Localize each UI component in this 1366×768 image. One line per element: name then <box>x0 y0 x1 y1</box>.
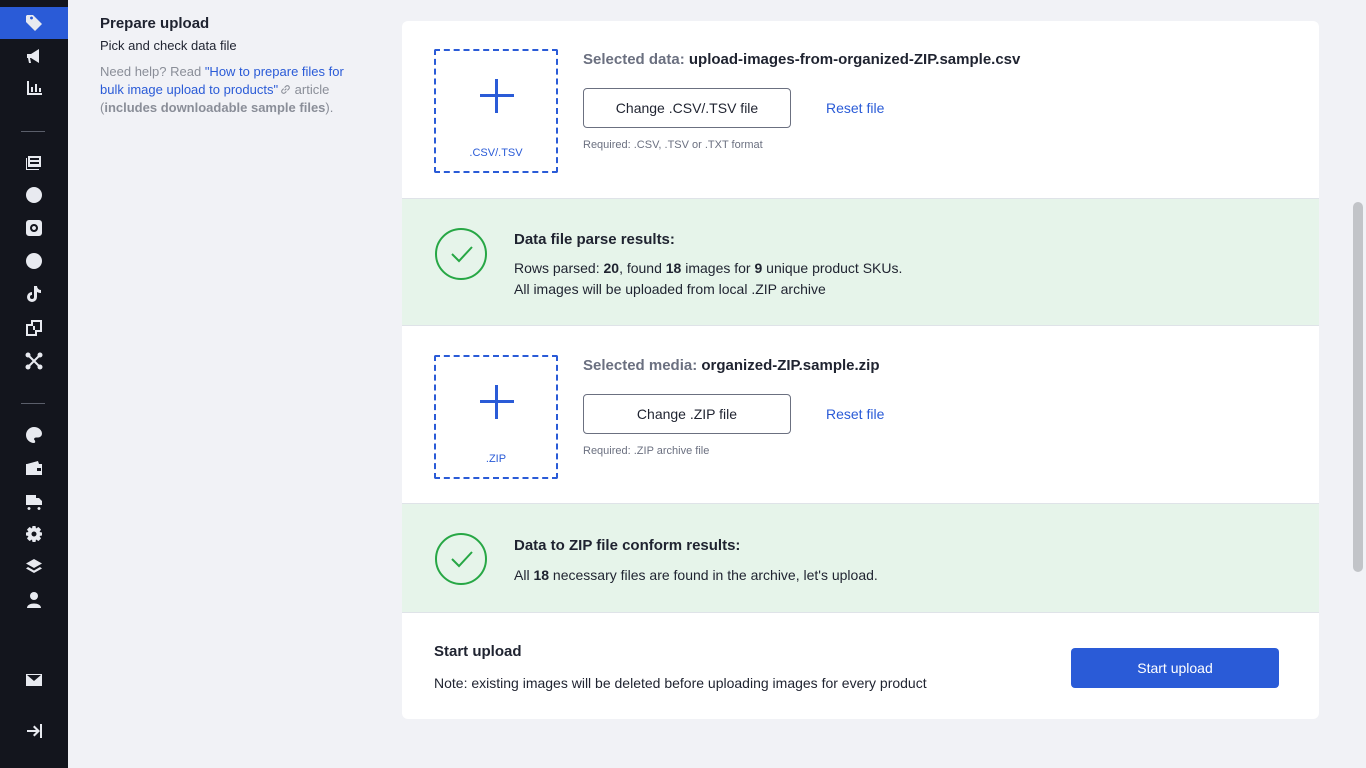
selected-data-value: upload-images-from-organized-ZIP.sample.… <box>688 51 1021 68</box>
facebook-icon <box>26 253 42 269</box>
found-label: , found <box>619 260 666 276</box>
help-mid: article <box>291 82 330 97</box>
tiktok-icon <box>27 286 41 302</box>
nav-payment[interactable] <box>0 452 68 484</box>
change-csv-button[interactable]: Change .CSV/.TSV file <box>583 88 791 128</box>
images-value: 18 <box>665 260 682 276</box>
help-text: Need help? Read "How to prepare files fo… <box>100 63 370 117</box>
plus-icon <box>480 79 514 113</box>
plus-icon <box>480 385 514 419</box>
globe-icon <box>26 187 42 203</box>
nav-catalog[interactable] <box>0 146 68 178</box>
nav-design[interactable] <box>0 419 68 451</box>
conform-results-panel: Data to ZIP file conform results: All 18… <box>402 503 1319 613</box>
nav-tiktok[interactable] <box>0 278 68 310</box>
selected-media-label: Selected media: <box>583 357 698 374</box>
start-upload-button[interactable]: Start upload <box>1071 648 1279 688</box>
mail-icon <box>26 674 42 686</box>
selected-data: Selected data: upload-images-from-organi… <box>583 51 1020 68</box>
divider <box>402 612 1319 613</box>
selected-media-value: organized-ZIP.sample.zip <box>701 357 880 374</box>
instagram-icon <box>26 220 42 236</box>
reset-media-file-button[interactable]: Reset file <box>826 406 884 422</box>
link-icon <box>281 85 290 94</box>
media-file-panel: .ZIP Selected media: organized-ZIP.sampl… <box>402 325 1319 503</box>
change-zip-button[interactable]: Change .ZIP file <box>583 394 791 434</box>
nav-integrations[interactable] <box>0 345 68 377</box>
truck-icon <box>26 495 42 510</box>
skus-label: unique product SKUs. <box>762 260 903 276</box>
conform-prefix: All <box>514 567 534 583</box>
help-paren-close: ). <box>325 100 334 115</box>
nav-reports[interactable] <box>0 72 68 104</box>
media-file-requirement: Required: .ZIP archive file <box>583 445 710 457</box>
nav-facebook[interactable] <box>0 245 68 277</box>
nav-account[interactable] <box>0 584 68 616</box>
conform-count: 18 <box>533 567 550 583</box>
nav-instagram[interactable] <box>0 212 68 244</box>
conform-results-title: Data to ZIP file conform results: <box>514 537 741 554</box>
conform-results-text: All 18 necessary files are found in the … <box>514 565 878 586</box>
selected-data-label: Selected data: <box>583 51 685 68</box>
nav-website[interactable] <box>0 179 68 211</box>
upload-card: .CSV/.TSV Selected data: upload-images-f… <box>402 21 1319 719</box>
rows-label: Rows parsed: <box>514 260 604 276</box>
nav-collapse[interactable] <box>0 715 68 747</box>
section-subtitle: Pick and check data file <box>100 38 237 53</box>
selected-media: Selected media: organized-ZIP.sample.zip <box>583 357 880 374</box>
nav-separator <box>21 403 45 404</box>
network-icon <box>25 352 43 370</box>
nav-apps[interactable] <box>0 551 68 583</box>
rows-value: 20 <box>603 260 620 276</box>
nav-devices[interactable] <box>0 312 68 344</box>
nav-settings[interactable] <box>0 518 68 550</box>
catalog-icon <box>26 156 41 170</box>
parse-results-line2: All images will be uploaded from local .… <box>514 281 826 297</box>
start-upload-title: Start upload <box>434 643 522 660</box>
prepare-upload-info: Prepare upload Pick and check data file … <box>100 14 370 117</box>
palette-icon <box>26 427 42 443</box>
gear-icon <box>26 526 42 542</box>
user-icon <box>27 592 41 608</box>
sidebar <box>0 0 68 768</box>
start-upload-note: Note: existing images will be deleted be… <box>434 675 927 691</box>
collapse-sidebar-icon <box>27 724 42 738</box>
tag-icon <box>26 15 42 31</box>
nav-separator <box>21 131 45 132</box>
parse-results-panel: Data file parse results: Rows parsed: 20… <box>402 198 1319 326</box>
zip-dropzone[interactable]: .ZIP <box>434 355 558 479</box>
parse-results-text: Rows parsed: 20, found 18 images for 9 u… <box>514 258 902 300</box>
bar-chart-icon <box>27 81 42 95</box>
data-file-requirement: Required: .CSV, .TSV or .TXT format <box>583 139 763 151</box>
success-check-icon <box>435 533 487 585</box>
megaphone-icon <box>27 49 39 63</box>
conform-suffix: necessary files are found in the archive… <box>549 567 878 583</box>
wallet-icon <box>26 461 42 475</box>
layers-icon <box>26 559 42 573</box>
dropzone-label: .ZIP <box>485 453 507 465</box>
dropzone-label: .CSV/.TSV <box>469 147 523 159</box>
devices-icon <box>26 320 42 336</box>
csv-dropzone[interactable]: .CSV/.TSV <box>434 49 558 173</box>
images-label: images for <box>681 260 755 276</box>
nav-messages[interactable] <box>0 664 68 696</box>
section-title: Prepare upload <box>100 15 210 32</box>
scrollbar-thumb[interactable] <box>1353 202 1363 572</box>
nav-marketing[interactable] <box>0 40 68 72</box>
success-check-icon <box>435 228 487 280</box>
nav-tag[interactable] <box>0 7 68 39</box>
data-file-panel: .CSV/.TSV Selected data: upload-images-f… <box>402 21 1319 198</box>
help-prefix: Need help? Read <box>100 64 205 79</box>
help-bold: includes downloadable sample files <box>104 100 326 115</box>
nav-shipping[interactable] <box>0 485 68 517</box>
parse-results-title: Data file parse results: <box>514 231 675 248</box>
reset-data-file-button[interactable]: Reset file <box>826 100 884 116</box>
